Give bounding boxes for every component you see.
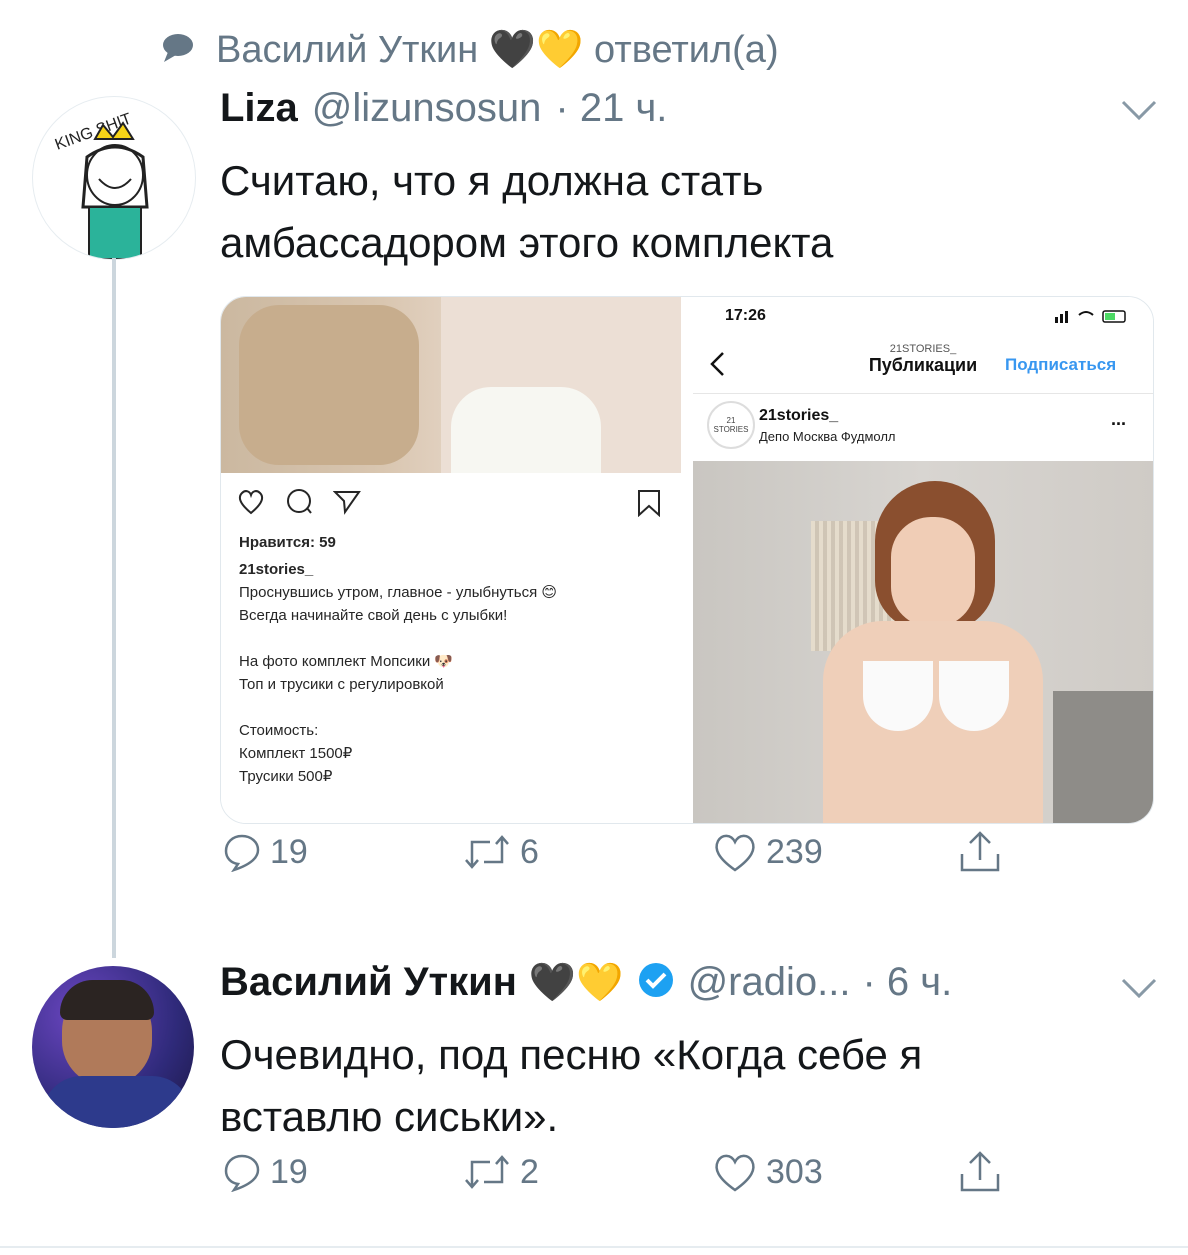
caption-line: Стоимость: <box>239 722 319 739</box>
post-location[interactable]: Депо Москва Фудмолл <box>759 429 896 444</box>
author-name[interactable]: Liza <box>220 86 298 131</box>
reply-count: 19 <box>270 832 308 871</box>
reply-count: 19 <box>270 1152 308 1191</box>
ig-header: 21STORIES_ Публикации <box>853 343 993 376</box>
subscribe-button[interactable]: Подписаться <box>1005 355 1116 375</box>
tweet-text: Считаю, что я должна стать амбассадором … <box>220 150 833 274</box>
share-icon <box>958 830 1002 874</box>
tweet-text-line: амбассадором этого комплекта <box>220 219 834 266</box>
tweet-text-line: Очевидно, под песню «Когда себе я <box>220 1031 923 1078</box>
retweet-icon <box>462 1152 512 1192</box>
tweet-time[interactable]: · 21 ч. <box>555 86 667 131</box>
heart-icon[interactable] <box>237 489 265 520</box>
avatar[interactable] <box>32 966 194 1128</box>
caption-line <box>239 627 659 650</box>
reply-context-text: Василий Уткин 🖤💛 ответил(а) <box>216 29 779 71</box>
reply-button[interactable]: 19 <box>222 832 308 872</box>
reply-button[interactable]: 19 <box>222 1152 308 1192</box>
verified-icon <box>636 960 676 1005</box>
share-icon <box>958 1150 1002 1194</box>
share-button[interactable] <box>958 1150 1002 1194</box>
tweet1-header: Liza @lizunsosun · 21 ч. <box>220 86 667 131</box>
tweet-time[interactable]: · 6 ч. <box>862 960 952 1005</box>
heart-icon <box>712 1151 758 1193</box>
author-handle[interactable]: @lizunsosun <box>312 86 542 131</box>
bookmark-icon[interactable] <box>637 489 661 522</box>
caption-line: Трусики 500₽ <box>239 768 333 785</box>
header-account: 21STORIES_ <box>889 343 957 355</box>
media-right-image[interactable]: 17:26 21STORIES_ Публикации Подписаться … <box>693 297 1153 823</box>
tweet2-header: Василий Уткин 🖤💛 @radio... · 6 ч. <box>220 960 952 1005</box>
caption-line: Проснувшись утром, главное - улыбнуться … <box>239 584 558 601</box>
post-avatar[interactable]: 21 STORIES <box>707 401 755 449</box>
retweet-count: 6 <box>520 832 539 871</box>
chevron-down-icon[interactable] <box>1120 98 1158 127</box>
tweet-text: Очевидно, под песню «Когда себе я вставл… <box>220 1024 922 1148</box>
avatar[interactable]: KING SHIT <box>32 96 196 260</box>
heart-icon <box>712 831 758 873</box>
tweet-text-line: вставлю сиськи». <box>220 1093 559 1140</box>
author-name[interactable]: Василий Уткин <box>220 960 517 1005</box>
header-title: Публикации <box>868 355 978 375</box>
retweet-button[interactable]: 2 <box>462 1152 539 1192</box>
tweet-text-line: Считаю, что я должна стать <box>220 157 764 204</box>
more-icon[interactable]: ... <box>1111 409 1126 430</box>
like-count: 239 <box>766 832 823 871</box>
author-handle[interactable]: @radio... <box>688 960 851 1005</box>
chevron-down-icon[interactable] <box>1120 976 1158 1005</box>
retweet-button[interactable]: 6 <box>462 832 539 872</box>
ig-account-name[interactable]: 21stories_ <box>239 558 659 581</box>
reply-icon <box>222 1152 262 1192</box>
photo-area <box>221 297 681 473</box>
reply-icon <box>222 832 262 872</box>
like-button[interactable]: 303 <box>712 1151 823 1193</box>
author-emojis: 🖤💛 <box>528 961 624 1004</box>
caption-line: Комплект 1500₽ <box>239 745 353 762</box>
caption-line: На фото комплект Мопсики 🐶 <box>239 653 454 670</box>
ig-caption: Нравится: 59 21stories_ Проснувшись утро… <box>239 531 659 788</box>
post-account[interactable]: 21stories_ <box>759 407 838 425</box>
tweet-media[interactable]: Нравится: 59 21stories_ Проснувшись утро… <box>220 296 1154 824</box>
retweet-icon <box>462 832 512 872</box>
bottom-divider <box>0 1246 1188 1248</box>
caption-line: Всегда начинайте свой день с улыбки! <box>239 607 508 624</box>
signal-battery-icon <box>1053 307 1133 330</box>
share-button[interactable] <box>958 830 1002 874</box>
speech-bubble-icon <box>160 30 196 71</box>
back-chevron-icon[interactable] <box>709 351 725 382</box>
send-icon[interactable] <box>332 489 361 520</box>
reply-context[interactable]: Василий Уткин 🖤💛 ответил(а) <box>160 28 779 72</box>
caption-line <box>239 696 659 719</box>
likes-count: Нравится: 59 <box>239 534 336 551</box>
post-photo <box>693 461 1153 823</box>
status-clock: 17:26 <box>725 307 766 324</box>
like-count: 303 <box>766 1152 823 1191</box>
comment-icon[interactable] <box>285 489 313 520</box>
media-left-image[interactable]: Нравится: 59 21stories_ Проснувшись утро… <box>221 297 681 823</box>
reply-thread-line <box>112 258 116 958</box>
caption-line: Топ и трусики с регулировкой <box>239 676 444 693</box>
ig-action-row <box>237 489 361 520</box>
avatar-drawing-icon: KING SHIT <box>53 110 149 259</box>
post-avatar-label: 21 STORIES <box>713 416 749 434</box>
like-button[interactable]: 239 <box>712 831 823 873</box>
retweet-count: 2 <box>520 1152 539 1191</box>
